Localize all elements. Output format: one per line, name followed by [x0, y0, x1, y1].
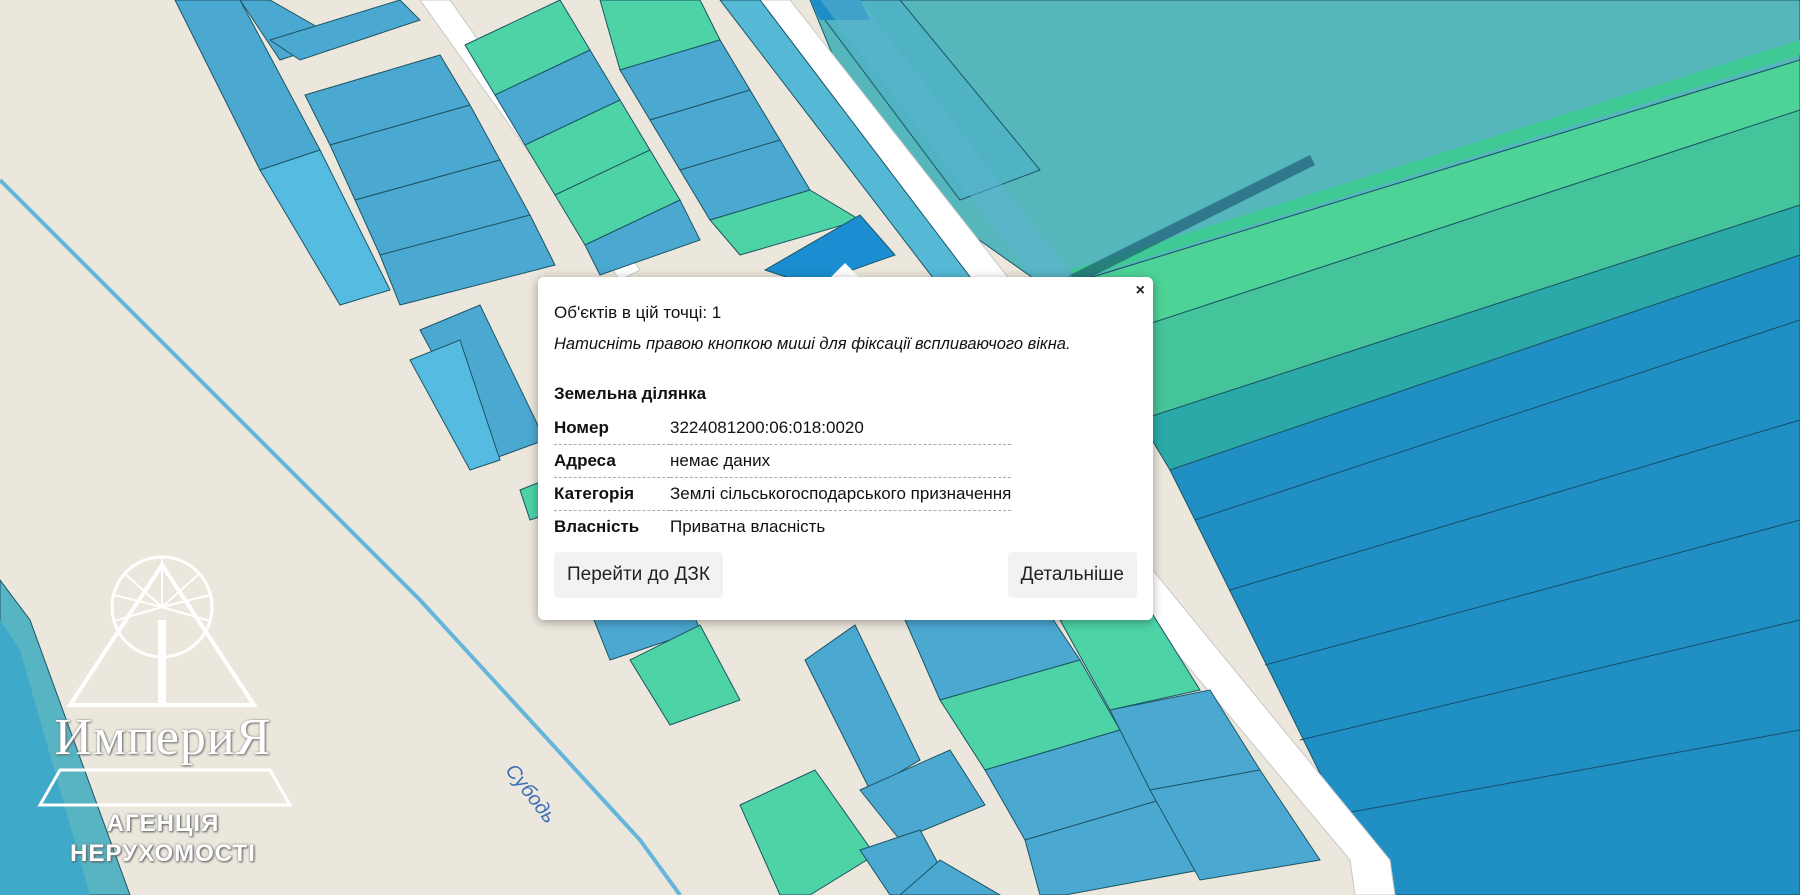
logo-line2: НЕРУХОМОСТІ	[70, 840, 256, 867]
popup-actions: Перейти до ДЗК Детальніше	[554, 552, 1137, 598]
feature-popup: × Об'єктів в цій точці: 1 Натисніть прав…	[538, 277, 1153, 620]
details-button[interactable]: Детальніше	[1007, 552, 1137, 598]
close-icon[interactable]: ×	[1136, 283, 1145, 299]
row-value: немає даних	[670, 444, 1012, 478]
parcel[interactable]	[739, 769, 876, 895]
table-row: Номер 3224081200:06:018:0020	[554, 412, 1012, 445]
attributes-table: Номер 3224081200:06:018:0020 Адреса нема…	[554, 412, 1012, 544]
row-key: Номер	[554, 412, 670, 445]
section-title: Земельна ділянка	[554, 384, 707, 403]
row-key: Категорія	[554, 477, 670, 511]
logo-line1: АГЕНЦІЯ	[106, 810, 220, 837]
table-row: Власність Приватна власність	[554, 511, 1011, 544]
go-to-dzk-button[interactable]: Перейти до ДЗК	[554, 552, 723, 598]
popup-pointer	[831, 263, 859, 277]
parcel[interactable]	[804, 624, 921, 791]
popup-hint: Натисніть правою кнопкою миші для фіксац…	[554, 335, 1071, 353]
object-count: Об'єктів в цій точці: 1	[554, 303, 722, 322]
row-value: Приватна власність	[670, 517, 826, 536]
row-value: 3224081200:06:018:0020	[670, 412, 1012, 445]
row-key: Адреса	[554, 444, 670, 478]
row-value: Землі сільськогосподарського призначення	[670, 477, 1012, 511]
table-row: Категорія Землі сільськогосподарського п…	[554, 477, 1012, 511]
table-row: Адреса немає даних	[554, 444, 1012, 478]
logo-title: ИмпериЯ	[54, 709, 272, 766]
row-key: Власність	[554, 517, 640, 536]
